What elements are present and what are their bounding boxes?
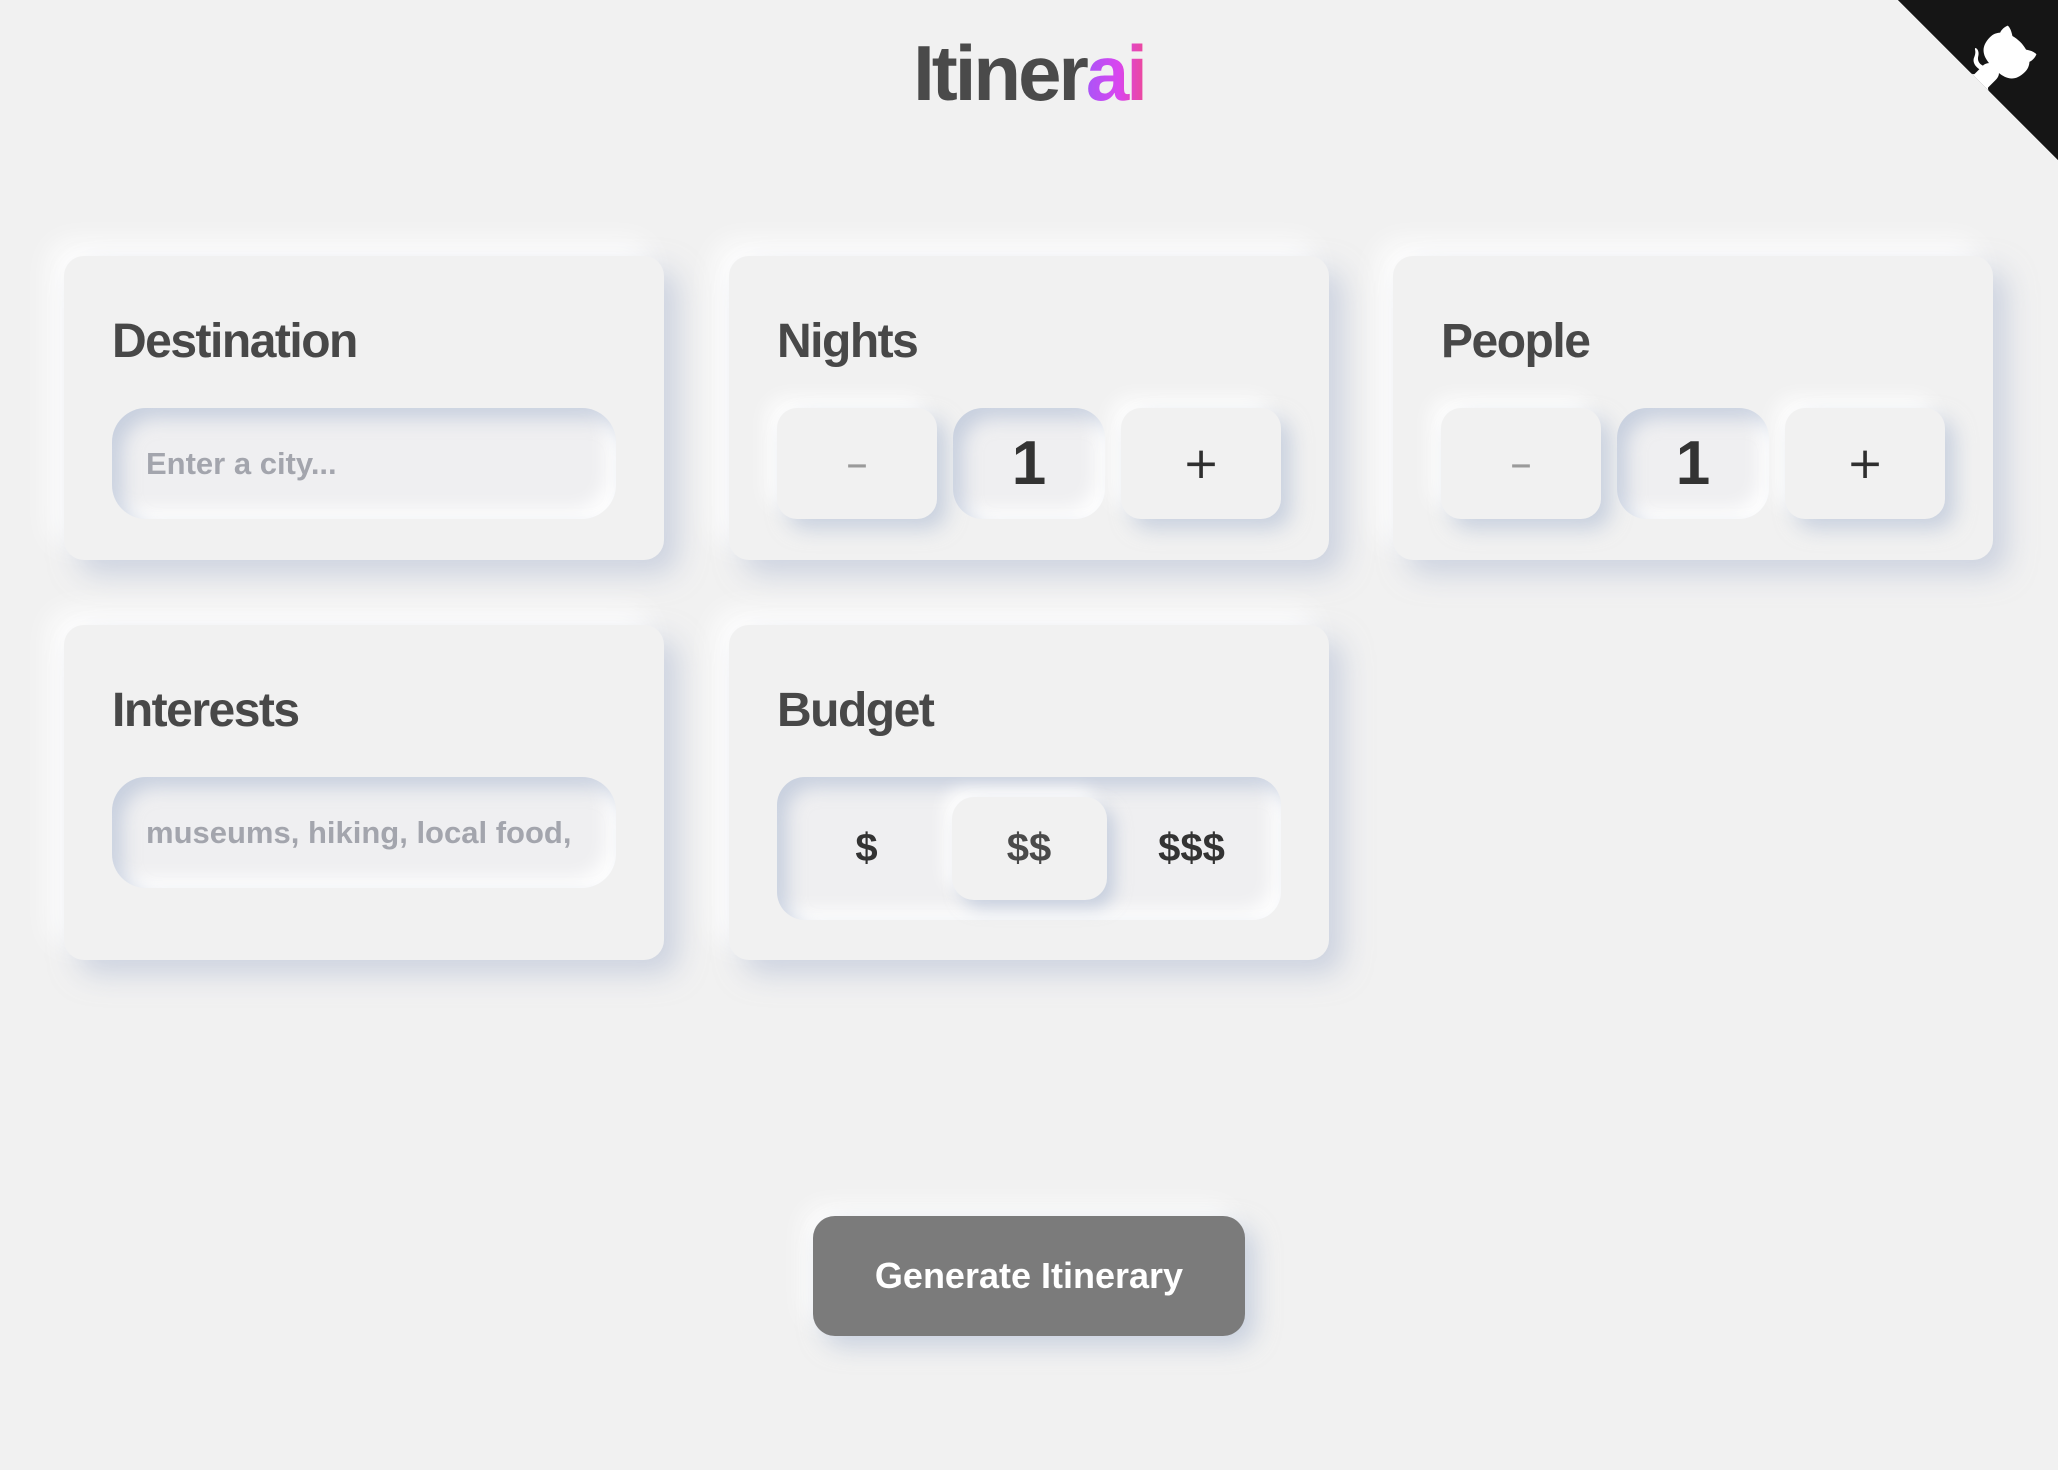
github-corner-link[interactable]	[1898, 0, 2058, 160]
nights-card: Nights – 1 +	[729, 256, 1329, 560]
destination-input[interactable]	[144, 444, 584, 483]
interests-title: Interests	[112, 684, 300, 737]
destination-card: Destination	[64, 256, 664, 560]
nights-decrement-button[interactable]: –	[777, 408, 937, 519]
app-logo: Itinerai	[0, 28, 2058, 118]
budget-option-low[interactable]: $	[789, 797, 944, 900]
budget-option-medium[interactable]: $$	[951, 797, 1107, 900]
budget-option-high[interactable]: $$$	[1114, 797, 1269, 900]
logo-accent-text: ai	[1085, 29, 1148, 117]
interests-input[interactable]	[144, 813, 584, 852]
people-stepper: – 1 +	[1441, 408, 1945, 519]
interests-card: Interests	[64, 625, 664, 960]
logo-text: Itiner	[913, 29, 1089, 117]
people-title: People	[1441, 315, 1591, 368]
people-value: 1	[1617, 408, 1769, 519]
budget-card: Budget $ $$ $$$	[729, 625, 1329, 960]
people-decrement-button[interactable]: –	[1441, 408, 1601, 519]
generate-itinerary-button[interactable]: Generate Itinerary	[813, 1216, 1245, 1336]
budget-title: Budget	[777, 684, 935, 737]
destination-title: Destination	[112, 315, 358, 368]
nights-increment-button[interactable]: +	[1121, 408, 1281, 519]
budget-selector: $ $$ $$$	[777, 777, 1281, 920]
people-card: People – 1 +	[1393, 256, 1993, 560]
nights-title: Nights	[777, 315, 919, 368]
github-octocat-icon	[1898, 0, 2058, 160]
nights-stepper: – 1 +	[777, 408, 1281, 519]
interests-field-wrapper	[112, 777, 616, 888]
nights-value: 1	[953, 408, 1105, 519]
destination-field-wrapper	[112, 408, 616, 519]
people-increment-button[interactable]: +	[1785, 408, 1945, 519]
